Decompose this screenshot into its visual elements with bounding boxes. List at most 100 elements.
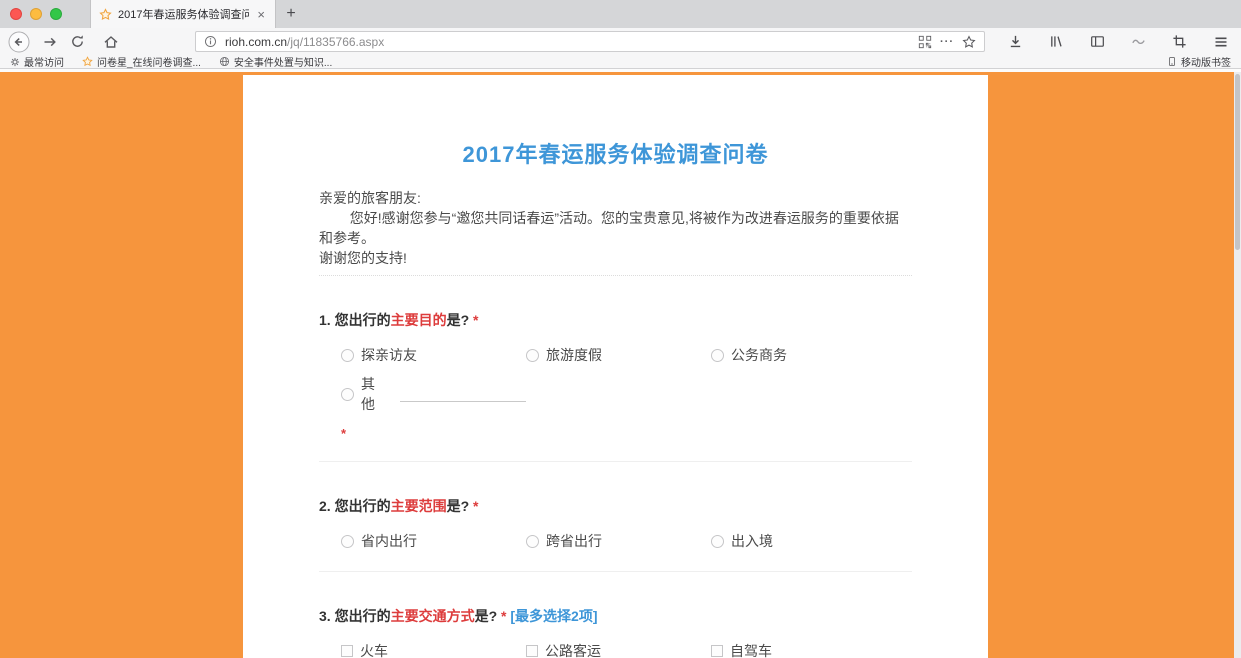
url-bar[interactable]: rioh.com.cn/jq/11835766.aspx ··· [195, 31, 985, 52]
option-label: 跨省出行 [546, 531, 602, 551]
window-controls [0, 0, 76, 28]
scrollbar-thumb[interactable] [1235, 74, 1240, 250]
forward-icon[interactable] [42, 34, 58, 50]
bookmarks-bar: 最常访问 问卷星_在线问卷调查... 安全事件处置与知识... 移动版书签 [0, 55, 1241, 69]
option-label: 旅游度假 [546, 345, 602, 365]
toolbar-right-icons [1008, 34, 1233, 50]
page-actions-icon[interactable]: ··· [940, 36, 954, 48]
radio-button[interactable] [341, 535, 354, 548]
question-footnote: * [341, 426, 912, 441]
reload-icon[interactable] [70, 34, 85, 49]
option-label: 公务商务 [731, 345, 787, 365]
bookmark-label: 移动版书签 [1181, 54, 1231, 69]
question-highlight: 主要交通方式 [391, 608, 475, 624]
bookmark-star-icon[interactable] [962, 35, 976, 49]
question-3: 3. 您出行的主要交通方式是? * [最多选择2项]火车公路客运自驾车轮船飞机其… [319, 572, 912, 658]
option[interactable]: 公务商务 [711, 345, 912, 365]
zoom-window-button[interactable] [50, 8, 62, 20]
minimize-window-button[interactable] [30, 8, 42, 20]
option[interactable]: 火车 [341, 641, 526, 658]
bookmark-label: 问卷星_在线问卷调查... [97, 54, 201, 69]
option-label: 探亲访友 [361, 345, 417, 365]
question-text: 您出行的 [335, 608, 391, 624]
option[interactable]: 其他 [341, 374, 526, 414]
question-highlight: 主要范围 [391, 498, 447, 514]
survey-card: 2017年春运服务体验调查问卷 亲爱的旅客朋友: 您好!感谢您参与“邀您共同话春… [243, 75, 988, 658]
question-title: 3. 您出行的主要交通方式是? * [最多选择2项] [319, 606, 912, 626]
radio-button[interactable] [526, 349, 539, 362]
sidebar-icon[interactable] [1090, 34, 1105, 49]
question-number: 1. [319, 312, 335, 328]
option[interactable]: 旅游度假 [526, 345, 711, 365]
questions: 1. 您出行的主要目的是? *探亲访友旅游度假公务商务其他*2. 您出行的主要范… [319, 276, 912, 658]
bookmark-label: 最常访问 [24, 54, 64, 69]
option[interactable]: 自驾车 [711, 641, 912, 658]
close-window-button[interactable] [10, 8, 22, 20]
checkbox[interactable] [711, 645, 723, 657]
question-text: 是? [447, 498, 470, 514]
question-note: [最多选择2项] [506, 608, 597, 624]
radio-button[interactable] [711, 349, 724, 362]
library-icon[interactable] [1049, 34, 1064, 49]
phone-icon [1167, 56, 1177, 67]
page-scrollbar[interactable] [1234, 72, 1241, 658]
question-text: 您出行的 [335, 498, 391, 514]
question-number: 3. [319, 608, 335, 624]
new-tab-button[interactable]: + [276, 0, 306, 28]
bookmark-most-visited[interactable]: 最常访问 [10, 54, 64, 69]
options-grid: 火车公路客运自驾车轮船飞机其他 [341, 641, 912, 658]
checkbox[interactable] [341, 645, 353, 657]
question-text: 您出行的 [335, 312, 391, 328]
globe-icon [219, 56, 230, 67]
home-icon[interactable] [103, 34, 119, 50]
radio-button[interactable] [711, 535, 724, 548]
gear-icon [10, 57, 20, 67]
menu-hamburger-icon[interactable] [1213, 34, 1229, 50]
site-info-icon[interactable] [204, 35, 217, 48]
option[interactable]: 公路客运 [526, 641, 711, 658]
option[interactable]: 省内出行 [341, 531, 526, 551]
active-tab[interactable]: 2017年春运服务体验调查问卷 × [90, 0, 276, 28]
qr-code-icon[interactable] [918, 35, 932, 49]
radio-button[interactable] [341, 388, 354, 401]
question-1: 1. 您出行的主要目的是? * 探亲访友 旅游度假 公务商务其他 * [319, 276, 912, 441]
mobile-bookmarks[interactable]: 移动版书签 [1167, 54, 1231, 69]
radio-button[interactable] [341, 349, 354, 362]
radio-button[interactable] [526, 535, 539, 548]
url-path: /jq/11835766.aspx [287, 35, 384, 49]
options-grid: 省内出行 跨省出行 出入境 [341, 531, 912, 551]
intro-line: 您好!感谢您参与“邀您共同话春运”活动。您的宝贵意见,将被作为改进春运服务的重要… [319, 208, 912, 248]
option[interactable]: 跨省出行 [526, 531, 711, 551]
option-label: 省内出行 [361, 531, 417, 551]
fill-blank-input[interactable] [400, 386, 526, 402]
navigation-toolbar: rioh.com.cn/jq/11835766.aspx ··· [0, 28, 1241, 55]
question-title: 1. 您出行的主要目的是? * [319, 310, 912, 330]
survey-title: 2017年春运服务体验调查问卷 [243, 75, 988, 169]
download-icon[interactable] [1008, 34, 1023, 49]
tab-close-icon[interactable]: × [255, 7, 267, 22]
option[interactable]: 探亲访友 [341, 345, 526, 365]
question-2: 2. 您出行的主要范围是? *省内出行跨省出行出入境 [319, 462, 912, 551]
tab-bar: 2017年春运服务体验调查问卷 × + [0, 0, 1241, 28]
option-label: 自驾车 [730, 641, 772, 658]
option-label: 出入境 [731, 531, 773, 551]
survey-intro: 亲爱的旅客朋友: 您好!感谢您参与“邀您共同话春运”活动。您的宝贵意见,将被作为… [319, 188, 912, 268]
checkbox[interactable] [526, 645, 538, 657]
tab-title: 2017年春运服务体验调查问卷 [118, 6, 249, 22]
option-label: 其他 [361, 374, 388, 414]
bookmark-wenjuanxing[interactable]: 问卷星_在线问卷调查... [82, 54, 201, 69]
url-domain: rioh.com.cn [225, 35, 287, 49]
pocket-squiggle-icon[interactable] [1131, 34, 1146, 49]
option[interactable]: 出入境 [711, 531, 912, 551]
question-text: 是? [475, 608, 498, 624]
screenshot-crop-icon[interactable] [1172, 34, 1187, 49]
options-grid: 探亲访友 旅游度假 公务商务其他 [341, 345, 912, 414]
intro-line: 亲爱的旅客朋友: [319, 188, 912, 208]
url-text[interactable]: rioh.com.cn/jq/11835766.aspx [225, 35, 910, 49]
question-highlight: 主要目的 [391, 312, 447, 328]
back-icon[interactable] [8, 31, 30, 53]
favicon-star-icon [99, 8, 112, 21]
bookmark-label: 安全事件处置与知识... [234, 54, 332, 69]
intro-line: 谢谢您的支持! [319, 248, 912, 268]
bookmark-security[interactable]: 安全事件处置与知识... [219, 54, 332, 69]
